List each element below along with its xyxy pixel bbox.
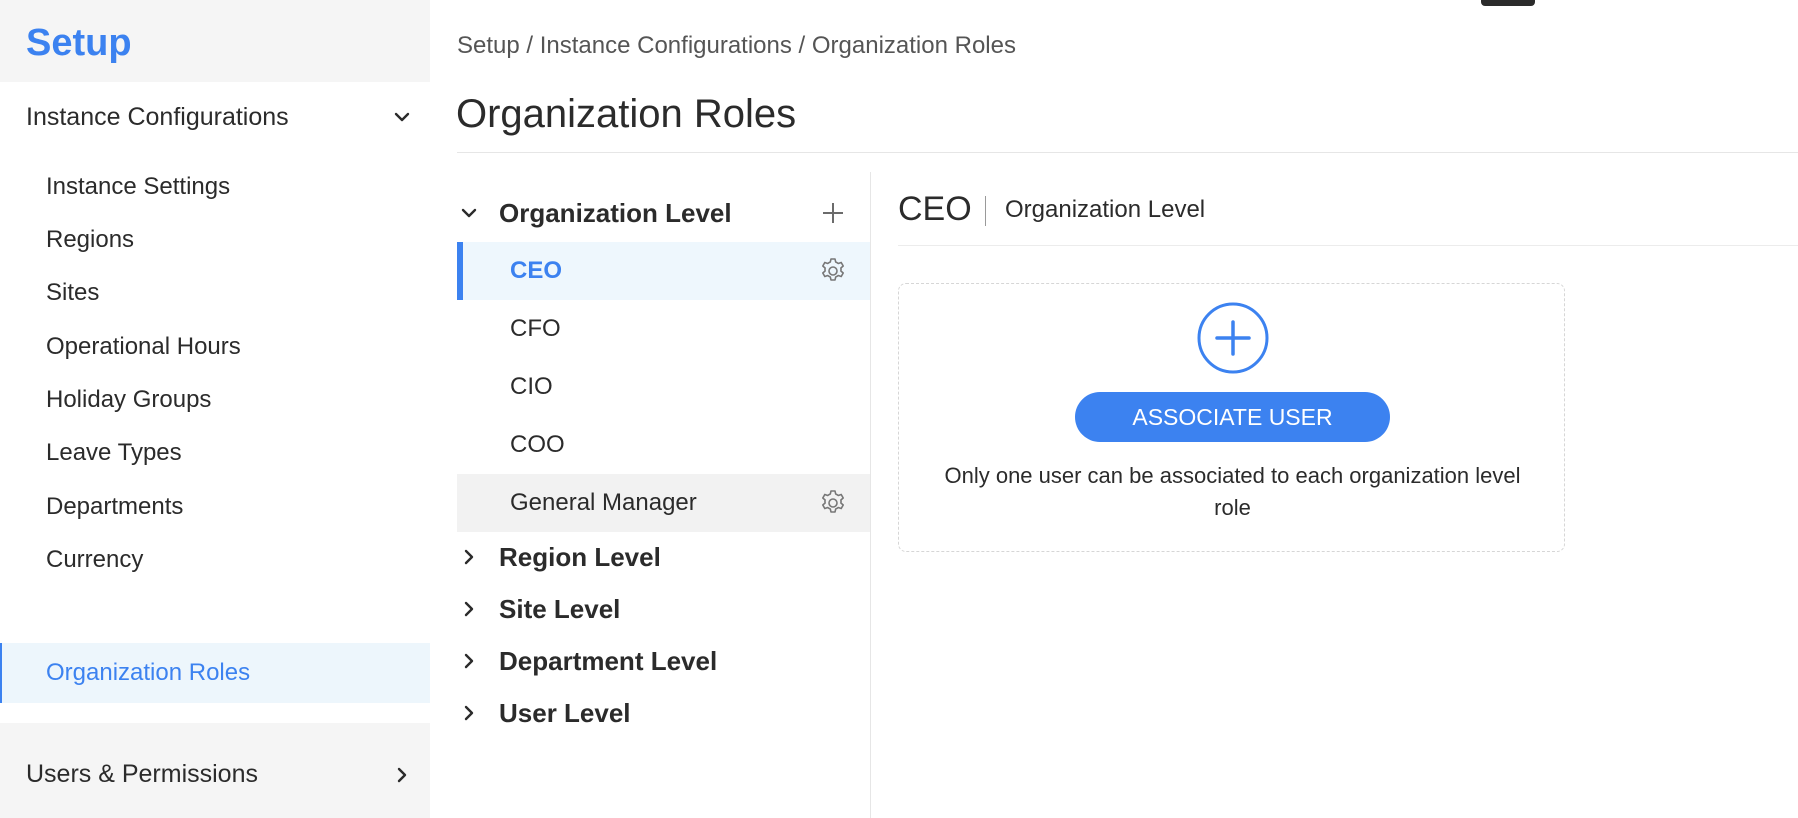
tree-role-label: COO bbox=[510, 431, 565, 458]
chevron-right-icon[interactable] bbox=[457, 597, 481, 621]
sidebar-item-label: Holiday Groups bbox=[46, 386, 212, 413]
tree-level-label: Region Level bbox=[499, 541, 661, 572]
gear-icon[interactable] bbox=[818, 256, 848, 286]
associate-user-panel: ASSOCIATE USER Only one user can be asso… bbox=[898, 283, 1565, 552]
tree-role-label: CEO bbox=[510, 257, 563, 284]
tree-role-label: CIO bbox=[510, 373, 553, 400]
tree-role-coo[interactable]: COO bbox=[457, 416, 870, 474]
gear-icon[interactable] bbox=[818, 488, 848, 518]
tree-level-label: Site Level bbox=[499, 593, 621, 624]
sidebar-item-regions[interactable]: Regions bbox=[0, 210, 430, 270]
associate-user-note: Only one user can be associated to each … bbox=[944, 463, 1521, 520]
role-tree: Organization Level CEO CFO CIO COO Gener… bbox=[457, 190, 870, 818]
sidebar-item-label: Departments bbox=[46, 493, 184, 520]
sidebar-item-label: Currency bbox=[46, 546, 144, 573]
tree-level-label: Department Level bbox=[499, 645, 718, 676]
detail-title-separator bbox=[985, 196, 986, 226]
tree-role-label: General Manager bbox=[510, 489, 697, 516]
tree-level-user[interactable]: User Level bbox=[457, 690, 870, 736]
sidebar-item-label: Instance Settings bbox=[46, 173, 231, 200]
selected-indicator bbox=[457, 242, 463, 300]
sidebar: Setup Instance Configurations Instance S… bbox=[0, 0, 430, 818]
detail-role-title: CEO bbox=[898, 190, 972, 228]
sidebar-item-organization-roles[interactable]: Organization Roles bbox=[0, 643, 430, 703]
sidebar-section-instance-configurations[interactable]: Instance Configurations bbox=[0, 82, 430, 152]
sidebar-item-departments[interactable]: Departments bbox=[0, 477, 430, 537]
sidebar-item-currency[interactable]: Currency bbox=[0, 530, 430, 590]
tree-role-label: CFO bbox=[510, 315, 561, 342]
add-role-icon[interactable] bbox=[818, 198, 848, 228]
detail-divider bbox=[898, 245, 1798, 246]
tree-level-region[interactable]: Region Level bbox=[457, 534, 870, 580]
associate-user-button[interactable]: ASSOCIATE USER bbox=[1075, 392, 1390, 442]
sidebar-item-label: Organization Roles bbox=[46, 659, 251, 686]
tree-level-organization[interactable]: Organization Level bbox=[457, 190, 870, 236]
sidebar-item-leave-types[interactable]: Leave Types bbox=[0, 423, 430, 483]
tree-role-general-manager[interactable]: General Manager bbox=[457, 474, 870, 532]
chevron-right-icon[interactable] bbox=[457, 649, 481, 673]
sidebar-section-label: Users & Permissions bbox=[26, 760, 258, 788]
sidebar-item-label: Operational Hours bbox=[46, 333, 241, 360]
chevron-down-icon[interactable] bbox=[457, 201, 481, 225]
add-circle-icon[interactable] bbox=[1197, 302, 1269, 374]
sidebar-section-label: Instance Configurations bbox=[26, 102, 289, 131]
sidebar-item-sites[interactable]: Sites bbox=[0, 263, 430, 323]
sidebar-items: Instance Settings Regions Sites Operatio… bbox=[0, 152, 430, 723]
sidebar-section-users-permissions[interactable]: Users & Permissions bbox=[0, 731, 430, 818]
sidebar-item-label: Sites bbox=[46, 279, 100, 306]
chevron-right-icon[interactable] bbox=[457, 545, 481, 569]
tree-role-cfo[interactable]: CFO bbox=[457, 300, 870, 358]
top-edge-tab bbox=[1481, 0, 1535, 6]
tree-divider bbox=[870, 172, 871, 818]
sidebar-title: Setup bbox=[26, 22, 132, 64]
sidebar-item-instance-settings[interactable]: Instance Settings bbox=[0, 157, 430, 217]
page-title: Organization Roles bbox=[456, 92, 797, 136]
chevron-down-icon bbox=[388, 103, 416, 131]
sidebar-item-label: Leave Types bbox=[46, 439, 182, 466]
sidebar-item-operational-hours[interactable]: Operational Hours bbox=[0, 317, 430, 377]
title-divider bbox=[457, 152, 1798, 153]
tree-level-label: User Level bbox=[499, 697, 631, 728]
detail-level-label: Organization Level bbox=[1005, 196, 1206, 223]
tree-level-label: Organization Level bbox=[499, 197, 732, 228]
breadcrumb: Setup / Instance Configurations / Organi… bbox=[457, 32, 1016, 59]
chevron-right-icon[interactable] bbox=[457, 701, 481, 725]
sidebar-item-holiday-groups[interactable]: Holiday Groups bbox=[0, 370, 430, 430]
tree-role-cio[interactable]: CIO bbox=[457, 358, 870, 416]
tree-role-ceo[interactable]: CEO bbox=[457, 242, 870, 300]
chevron-right-icon bbox=[388, 761, 416, 789]
sidebar-item-label: Regions bbox=[46, 226, 135, 253]
tree-level-department[interactable]: Department Level bbox=[457, 638, 870, 684]
tree-level-site[interactable]: Site Level bbox=[457, 586, 870, 632]
